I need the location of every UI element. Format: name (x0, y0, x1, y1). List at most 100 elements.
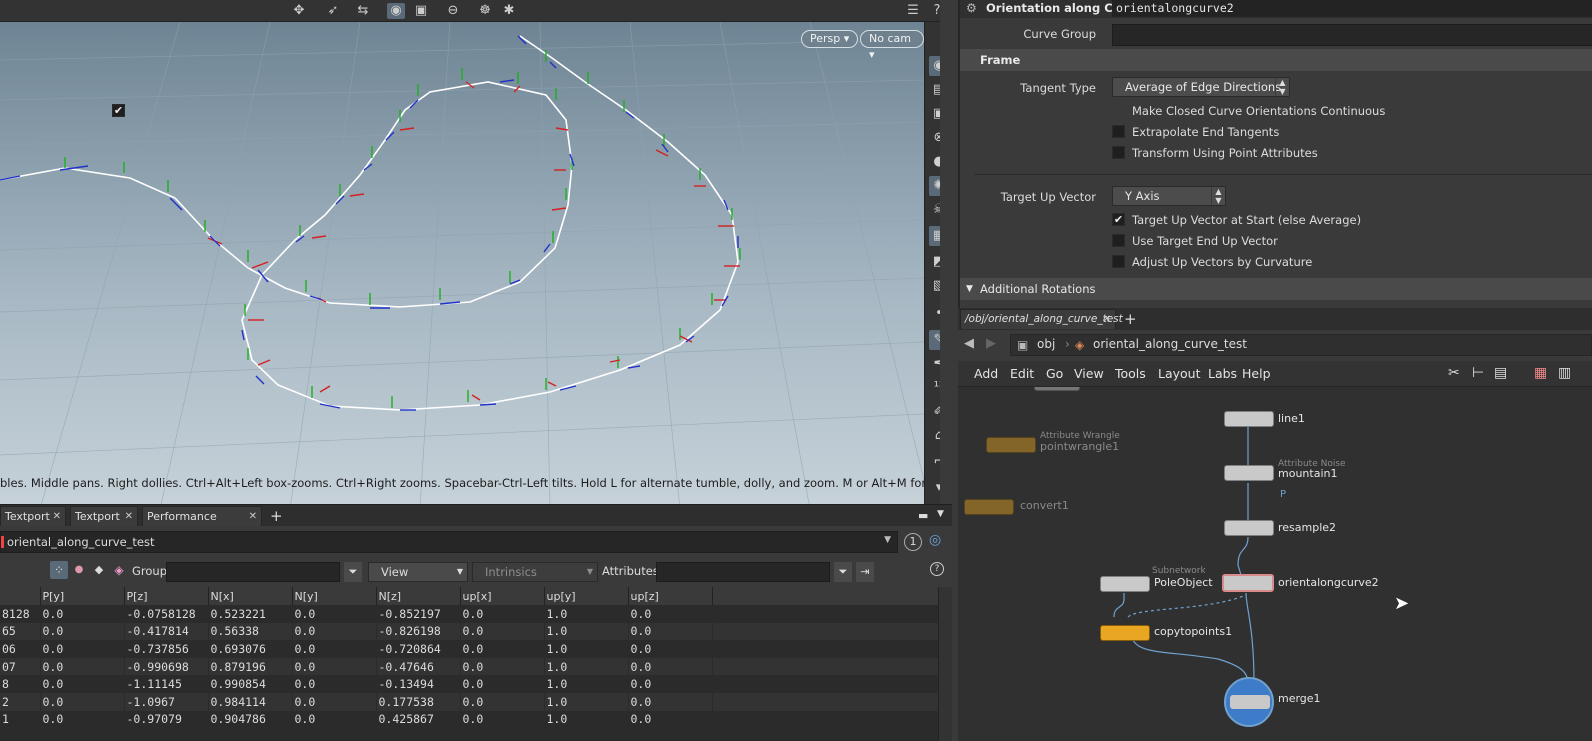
chevron-down-icon[interactable]: ▼ (884, 535, 891, 545)
camera-tool-icon[interactable]: ◉ (387, 3, 405, 19)
flipbook-icon[interactable]: ▧ (929, 276, 940, 296)
closed-curve-continuous-checkbox[interactable]: ✔ (112, 104, 125, 117)
node-path-field[interactable]: oriental_along_curve_test ▼ (0, 531, 898, 553)
point-icon[interactable]: • (929, 304, 940, 324)
snap-icon[interactable]: ☸ (476, 3, 494, 19)
menu-tools[interactable]: Tools (1115, 366, 1146, 381)
extrapolate-end-tangents-checkbox[interactable] (1112, 125, 1125, 138)
menu-labs[interactable]: Labs (1208, 366, 1237, 381)
grid-view-icon[interactable]: ▦ (1534, 365, 1547, 381)
render-region-icon[interactable]: ◩ (929, 252, 940, 272)
column-header[interactable] (0, 587, 41, 605)
group-filter-input[interactable] (166, 562, 340, 582)
columns-icon[interactable]: ▥ (1558, 365, 1571, 381)
select-tool-icon[interactable]: ✥ (290, 3, 308, 19)
close-icon[interactable]: ✕ (249, 507, 257, 526)
column-header[interactable]: up[y] (544, 587, 629, 605)
table-row[interactable]: 8128 0.0 -0.0758128 0.523221 0.0 -0.852197 0.0… (0, 605, 939, 623)
view-menu[interactable]: View ▼ (368, 562, 468, 582)
column-header[interactable]: up[z] (628, 587, 713, 605)
light-icon[interactable]: ✺ (929, 176, 940, 196)
pane-menu-icon[interactable]: ▼ (937, 509, 944, 519)
paint-icon[interactable]: ✐ (929, 402, 940, 422)
table-row[interactable]: 65 0.0 -0.417814 0.56338 0.0 -0.826198 0.0 1.0 0… (0, 622, 939, 641)
brush-icon[interactable]: ✎ (929, 330, 940, 350)
vertices-mode-icon[interactable]: ● (70, 561, 88, 579)
chevron-down-icon[interactable]: ▾ (929, 478, 940, 498)
attributes-filter-input[interactable] (656, 562, 830, 582)
sphere-icon[interactable]: ● (929, 152, 940, 172)
link-icon[interactable]: ◎ (929, 532, 941, 548)
column-header[interactable]: up[x] (460, 587, 545, 605)
column-options-icon[interactable]: ⇥ (856, 562, 874, 582)
menu-edit[interactable]: Edit (1010, 366, 1034, 381)
additional-rotations-section-header[interactable]: ▼ Additional Rotations (960, 278, 1592, 300)
help-icon[interactable]: ? (930, 562, 944, 576)
curve-group-input[interactable] (1112, 24, 1592, 46)
filter-icon[interactable]: ⏷ (834, 562, 852, 582)
add-tab-icon[interactable]: + (270, 507, 283, 525)
breadcrumb-obj[interactable]: obj (1037, 337, 1055, 351)
filter-icon[interactable]: ⏷ (344, 562, 362, 582)
table-row[interactable]: 06 0.0 -0.737856 0.693076 0.0 -0.720864 0.0 1.0… (0, 640, 939, 658)
add-tab-icon[interactable]: + (1124, 310, 1137, 328)
tools-icon[interactable]: ✂ (1448, 365, 1460, 381)
menu-help[interactable]: Help (1242, 366, 1271, 381)
menu-layout[interactable]: Layout (1158, 366, 1201, 381)
node-convert1[interactable] (964, 499, 1014, 515)
column-header[interactable]: N[y] (292, 587, 377, 605)
primitives-mode-icon[interactable]: ◆ (90, 561, 108, 579)
maximize-icon[interactable]: ▬ (918, 509, 928, 522)
use-target-end-up-checkbox[interactable] (1112, 234, 1125, 247)
close-icon[interactable]: ✕ (1103, 310, 1111, 329)
column-header[interactable]: N[x] (208, 587, 293, 605)
capture-icon[interactable]: ⌂ (929, 426, 940, 446)
menu-go[interactable]: Go (1046, 366, 1063, 381)
move-tool-icon[interactable]: ➶ (324, 3, 342, 19)
node-line1[interactable] (1224, 411, 1274, 427)
stop-icon[interactable]: ⊖ (444, 3, 462, 19)
back-arrow-icon[interactable]: ◀ (964, 336, 974, 351)
detail-mode-icon[interactable]: ◈ (110, 561, 128, 579)
pen-icon[interactable]: ✒ (929, 354, 940, 374)
close-icon[interactable]: ✕ (53, 507, 61, 526)
node-poleobject[interactable] (1100, 576, 1150, 592)
transform-tool-icon[interactable]: ⇆ (354, 3, 372, 19)
view-tool-icon[interactable]: ▣ (412, 3, 430, 19)
breadcrumb-geo[interactable]: oriental_along_curve_test (1093, 337, 1247, 351)
target-up-vector-menu[interactable]: Y Axis ▲ ▼ (1112, 186, 1226, 206)
column-header[interactable]: N[z] (376, 587, 461, 605)
table-row[interactable]: 1 0.0 -0.97079 0.904786 0.0 0.425867 0.0 1.0 0.0 (0, 710, 939, 729)
eye-icon[interactable]: ◉ (929, 56, 940, 76)
tree-icon[interactable]: ⊢ (1472, 365, 1484, 381)
lock-icon[interactable]: ▣ (929, 104, 940, 124)
vertical-scrollbar[interactable] (938, 587, 952, 741)
node-pointwrangle1[interactable] (986, 437, 1036, 453)
help-icon[interactable]: ? (928, 3, 940, 19)
skull-icon[interactable]: ☠ (929, 200, 940, 220)
node-orientalongcurve2[interactable] (1222, 574, 1274, 592)
network-canvas[interactable]: line1 Attribute Noise mountain1 P resamp… (958, 387, 1592, 741)
target-up-at-start-checkbox[interactable]: ✔ (1112, 213, 1125, 226)
adjust-up-curvature-checkbox[interactable] (1112, 255, 1125, 268)
persp-menu-button[interactable]: Persp ▾ (801, 30, 859, 48)
display-options-icon[interactable]: ☰ (904, 3, 922, 19)
node-copytopoints1[interactable] (1100, 625, 1150, 641)
node-resample2[interactable] (1224, 520, 1274, 536)
table-row[interactable]: 8 0.0 -1.11145 0.990854 0.0 -0.13494 0.0 1.0 0.0 (0, 675, 939, 693)
ghost-icon[interactable]: ▤ (929, 80, 940, 100)
viewport-scene[interactable]: Persp ▾ No cam ▾ bles. Middle pans. Righ… (0, 22, 924, 509)
pin-count-badge[interactable]: 1 (904, 533, 922, 551)
node-name-field[interactable]: orientalongcurve2 (1112, 0, 1592, 17)
points-mode-icon[interactable]: ⁘ (50, 561, 68, 579)
tangent-type-menu[interactable]: Average of Edge Directions ▲ ▼ (1112, 77, 1290, 97)
scene-viewport[interactable]: ✥ ➶ ⇆ ◉ ▣ ⊖ ☸ ✱ ☰ ? Persp ▾ No cam ▾ ble… (0, 0, 940, 509)
attribute-spreadsheet[interactable]: P[y] P[z] N[x] N[y] N[z] up[x] up[y] up[… (0, 587, 952, 741)
node-partial[interactable] (1034, 387, 1080, 391)
table-row[interactable]: 07 0.0 -0.990698 0.879196 0.0 -0.47646 0.0 1.0 0… (0, 657, 939, 676)
node-mountain1[interactable] (1224, 465, 1274, 481)
measure-icon[interactable]: ⌐ (929, 452, 940, 472)
camera-menu-button[interactable]: No cam ▾ (860, 30, 924, 61)
menu-add[interactable]: Add (974, 366, 998, 381)
node-merge1[interactable] (1224, 677, 1274, 727)
